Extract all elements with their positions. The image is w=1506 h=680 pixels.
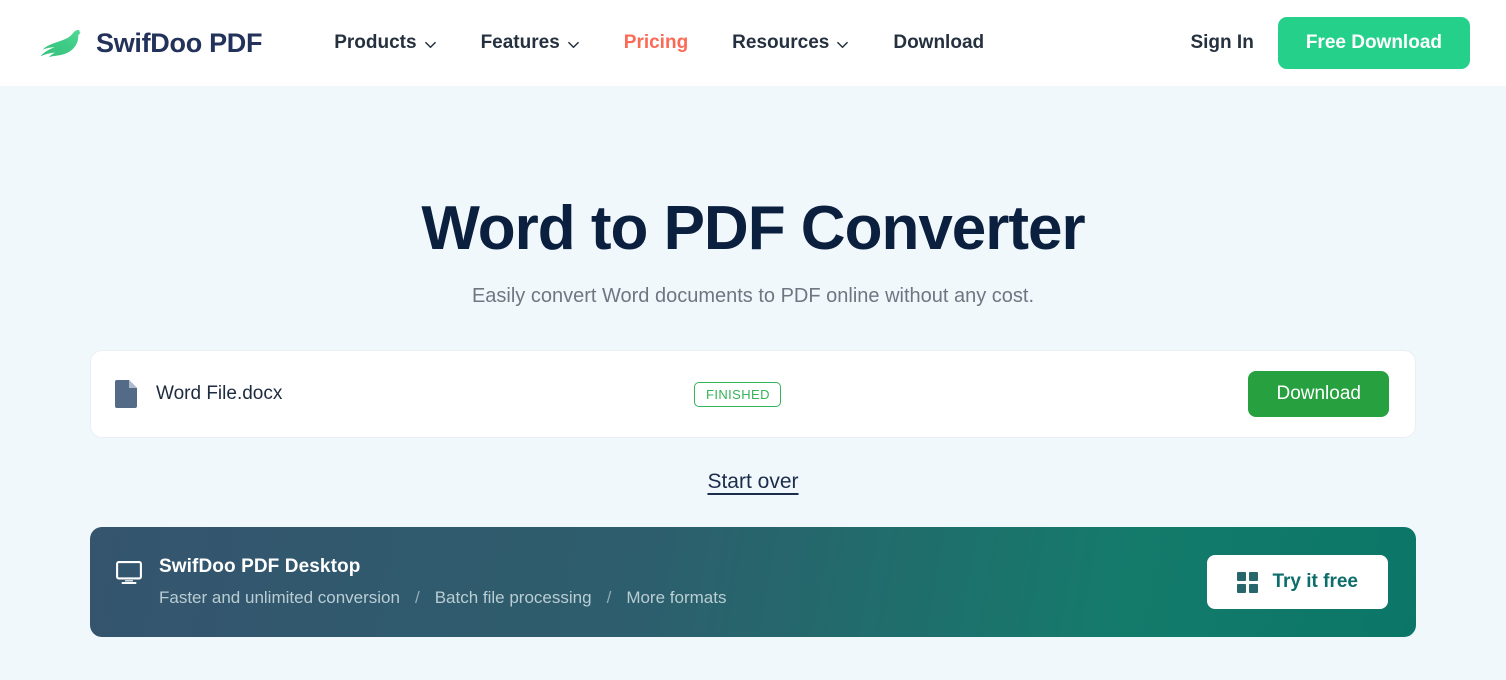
desktop-promo-banner: SwifDoo PDF Desktop Faster and unlimited… — [90, 527, 1416, 638]
try-it-free-button[interactable]: Try it free — [1207, 555, 1388, 610]
chevron-down-icon — [567, 41, 579, 49]
promo-info: SwifDoo PDF Desktop Faster and unlimited… — [116, 556, 726, 608]
promo-feature-3: More formats — [626, 588, 727, 608]
file-info: Word File.docx — [115, 380, 283, 409]
download-file-button[interactable]: Download — [1248, 371, 1389, 418]
nav-label-pricing: Pricing — [623, 32, 689, 53]
sign-in-link[interactable]: Sign In — [1190, 32, 1253, 54]
chevron-down-icon — [837, 41, 849, 49]
promo-feature-2: Batch file processing — [434, 588, 592, 608]
free-download-button[interactable]: Free Download — [1277, 17, 1470, 69]
nav-item-features[interactable]: Features — [459, 22, 602, 64]
promo-title: SwifDoo PDF Desktop — [159, 556, 361, 578]
nav-item-download[interactable]: Download — [871, 22, 1006, 64]
nav-item-products[interactable]: Products — [312, 22, 458, 64]
promo-feature-list: Faster and unlimited conversion / Batch … — [159, 588, 726, 608]
start-over-link[interactable]: Start over — [707, 470, 798, 494]
main-content: Word to PDF Converter Easily convert Wor… — [0, 86, 1506, 680]
nav-item-pricing[interactable]: Pricing — [602, 22, 710, 64]
promo-text: SwifDoo PDF Desktop Faster and unlimited… — [159, 556, 726, 608]
chevron-down-icon — [424, 41, 436, 49]
nav-label-features: Features — [480, 32, 560, 53]
swallow-bird-logo-icon — [40, 30, 81, 58]
monitor-icon — [116, 561, 142, 585]
nav-item-resources[interactable]: Resources — [710, 22, 871, 64]
main-nav: Products Features Pricing Resources Down… — [312, 22, 1006, 64]
file-row: Word File.docx FINISHED Download — [90, 350, 1416, 439]
file-status: FINISHED — [693, 381, 781, 407]
start-over-row: Start over — [90, 470, 1416, 494]
windows-squares-icon — [1237, 571, 1259, 593]
try-it-free-label: Try it free — [1272, 571, 1358, 593]
promo-feature-1: Faster and unlimited conversion — [159, 588, 400, 608]
brand-logo-link[interactable]: SwifDoo PDF — [38, 23, 263, 63]
page-title: Word to PDF Converter — [421, 194, 1085, 263]
nav-label-resources: Resources — [732, 32, 830, 53]
promo-separator: / — [414, 588, 420, 608]
brand-name: SwifDoo PDF — [96, 27, 263, 58]
file-name: Word File.docx — [156, 383, 283, 405]
site-header: SwifDoo PDF Products Features Pricing Re… — [0, 0, 1506, 86]
header-actions: Sign In Free Download — [1190, 17, 1470, 69]
page-subtitle: Easily convert Word documents to PDF onl… — [471, 285, 1035, 308]
nav-label-download: Download — [893, 32, 985, 53]
status-badge: FINISHED — [693, 381, 781, 407]
document-icon — [115, 380, 137, 409]
promo-separator: / — [606, 588, 612, 608]
nav-label-products: Products — [334, 32, 417, 53]
